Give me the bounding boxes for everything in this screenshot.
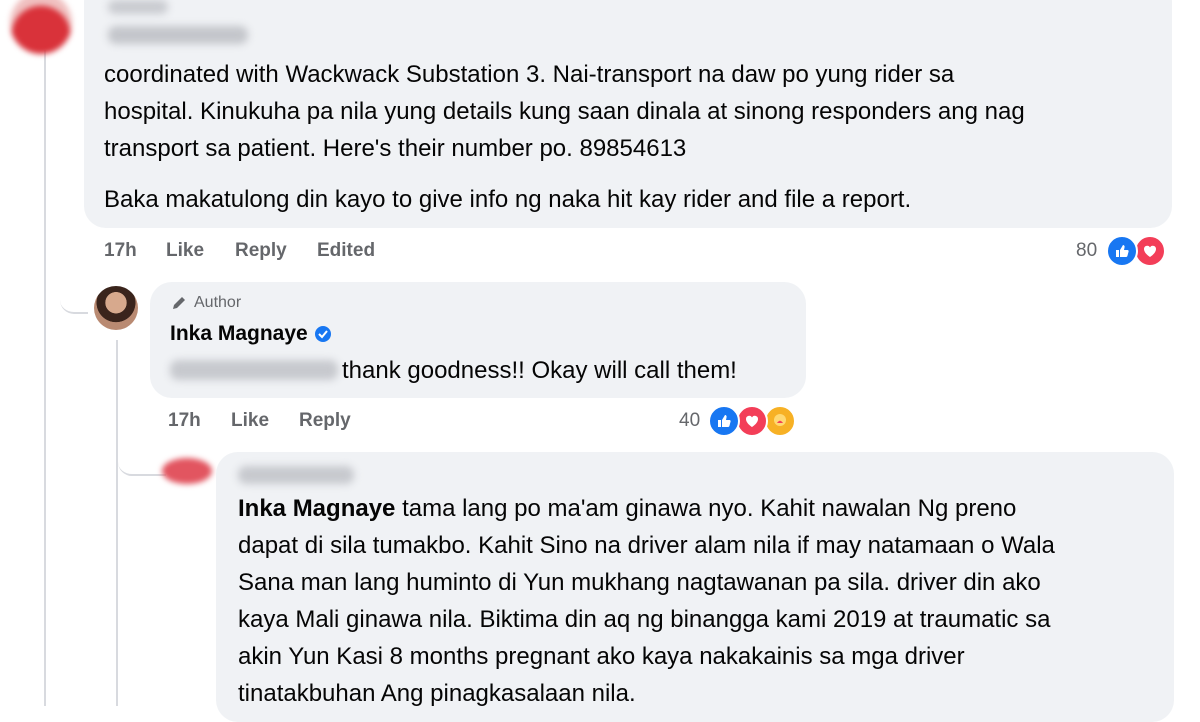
avatar[interactable] [10, 0, 72, 54]
thread-connector-reply [118, 430, 166, 476]
like-button[interactable]: Like [231, 410, 269, 432]
like-icon [708, 405, 740, 437]
thread-connector [60, 270, 88, 314]
love-icon [1134, 235, 1166, 267]
commenter-name[interactable]: Inka Magnaye [170, 322, 308, 346]
thread-line-reply [116, 340, 118, 706]
avatar-inka-magnaye[interactable] [94, 286, 138, 330]
thread-line [44, 50, 46, 706]
edited-label: Edited [317, 240, 376, 261]
reply-bubble: Author Inka Magnaye thank goodness!! Oka… [150, 282, 806, 398]
like-button[interactable]: Like [166, 240, 204, 262]
reply-button[interactable]: Reply [235, 240, 287, 262]
blurred-mention [170, 360, 338, 380]
reply-bubble: Inka Magnaye tama lang po ma'am ginawa n… [216, 452, 1174, 722]
avatar[interactable] [162, 458, 212, 484]
blurred-name [238, 466, 354, 484]
love-icon [736, 405, 768, 437]
comment-timestamp[interactable]: 17h [104, 240, 137, 262]
pencil-icon [173, 297, 185, 309]
verified-icon [314, 325, 332, 343]
mention-link[interactable]: Inka Magnaye [238, 495, 395, 522]
blurred-name [108, 0, 168, 14]
comment-timestamp[interactable]: 17h [168, 410, 201, 432]
reply-button[interactable]: Reply [299, 410, 351, 432]
care-icon [764, 405, 796, 437]
author-badge: Author [170, 294, 241, 312]
comment-bubble: coordinated with Wackwack Substation 3. … [84, 0, 1172, 228]
comment-text: coordinated with Wackwack Substation 3. … [104, 61, 1025, 213]
reaction-count[interactable]: 80 [1076, 240, 1097, 262]
reply-text: thank goodness!! Okay will call them! [342, 357, 737, 384]
reaction-count[interactable]: 40 [679, 410, 700, 432]
reply-text: Inka Magnaye tama lang po ma'am ginawa n… [238, 495, 1055, 707]
like-icon [1106, 235, 1138, 267]
blurred-mention [108, 26, 248, 44]
